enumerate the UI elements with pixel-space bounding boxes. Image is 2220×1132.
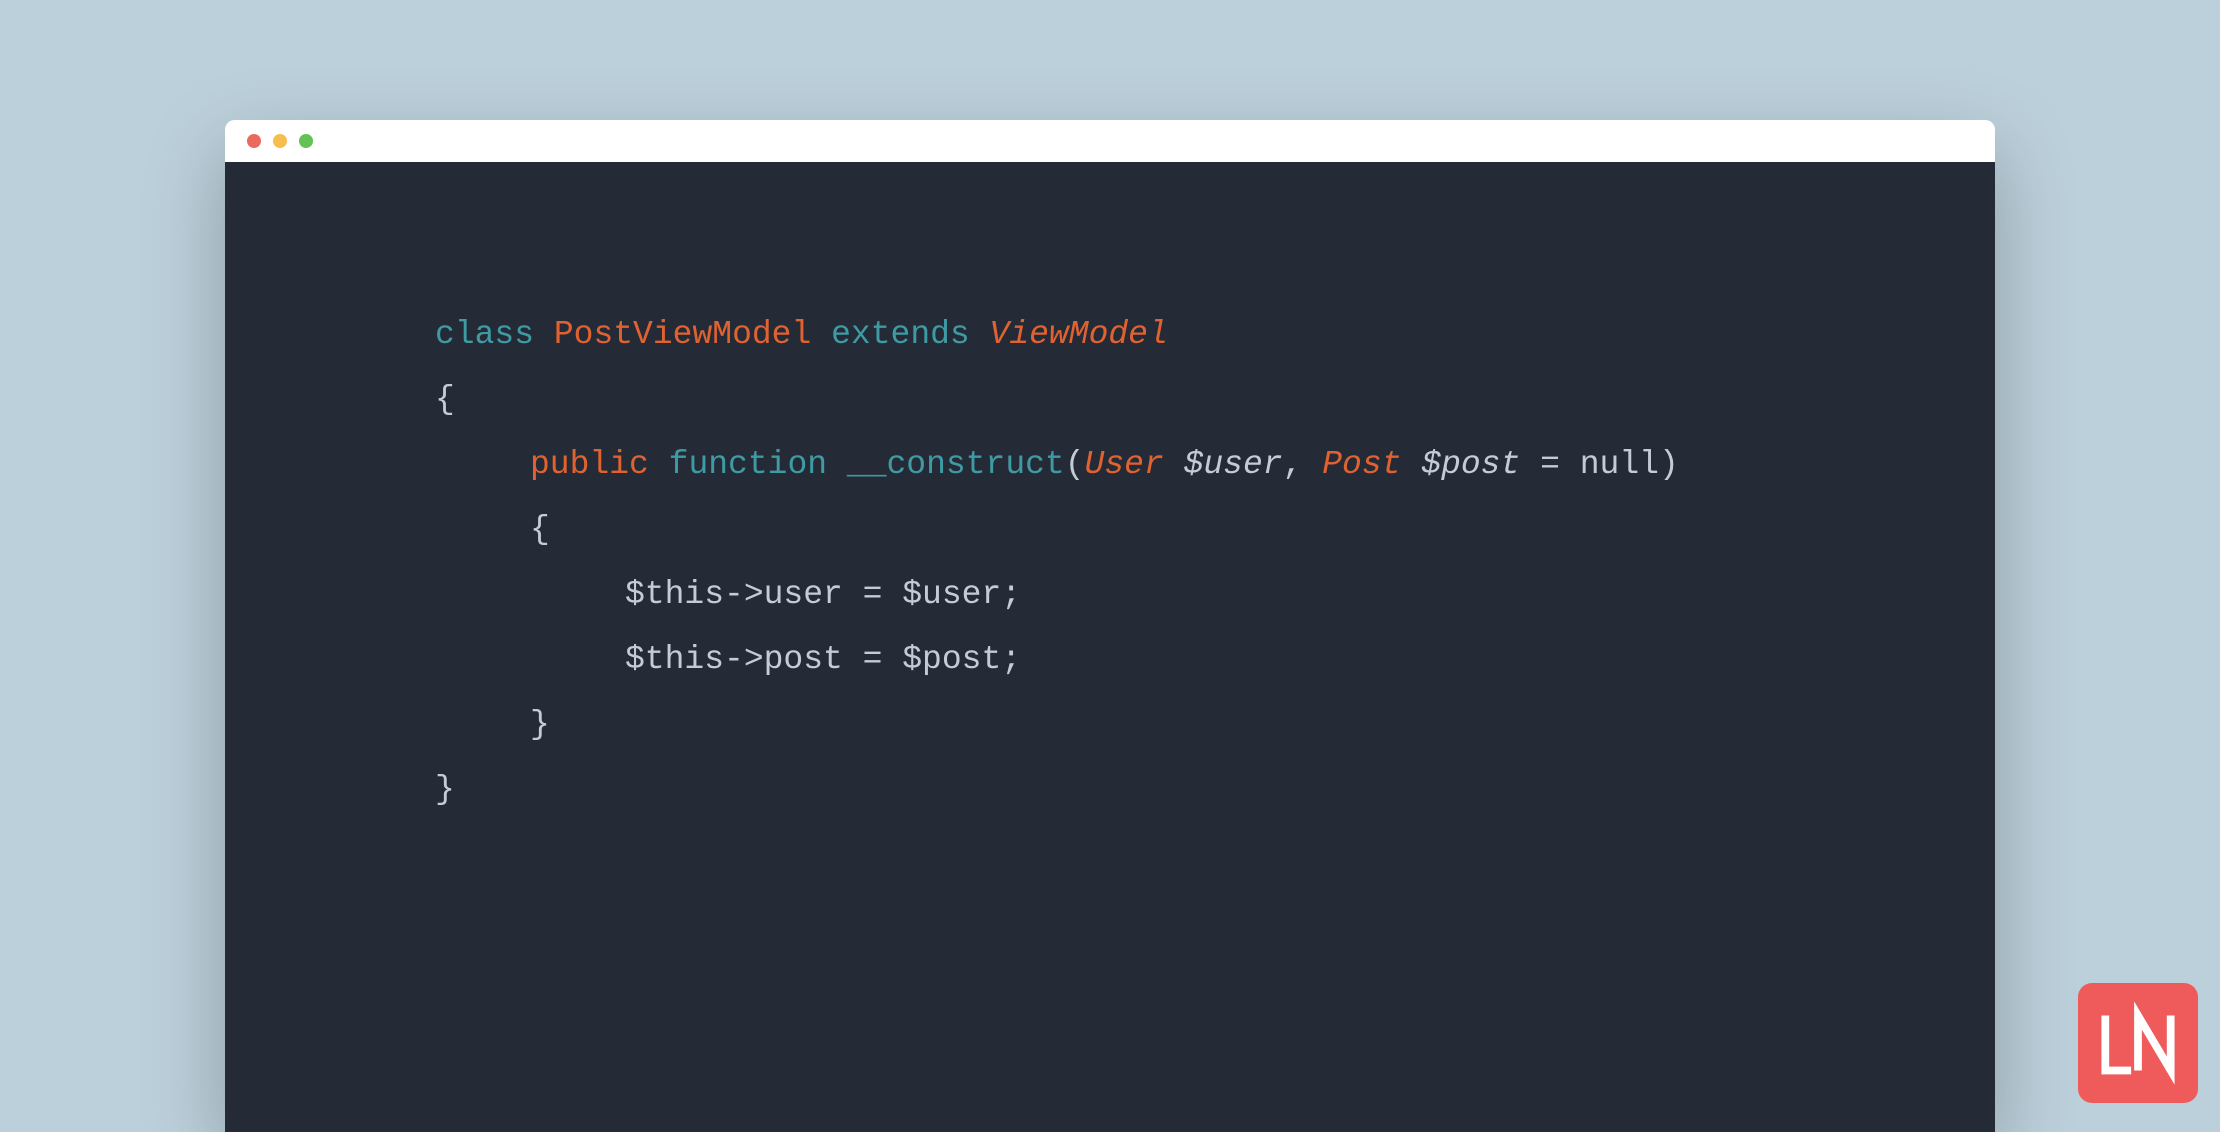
var-user: $user xyxy=(1184,446,1283,483)
code-line: } xyxy=(435,692,1995,757)
function-name: __construct xyxy=(847,446,1065,483)
type-user: User xyxy=(1085,446,1164,483)
editor-window: class PostViewModel extends ViewModel { … xyxy=(225,120,1995,1132)
minimize-icon[interactable] xyxy=(273,134,287,148)
comma: , xyxy=(1283,446,1303,483)
code-editor[interactable]: class PostViewModel extends ViewModel { … xyxy=(225,162,1995,1132)
logo-badge xyxy=(2078,983,2198,1103)
code-line: $this->user = $user; xyxy=(435,562,1995,627)
brace-open: { xyxy=(530,511,550,548)
code-line: { xyxy=(435,497,1995,562)
type-post: Post xyxy=(1322,446,1401,483)
close-icon[interactable] xyxy=(247,134,261,148)
code-line: $this->post = $post; xyxy=(435,627,1995,692)
code-line: { xyxy=(435,367,1995,432)
class-name: PostViewModel xyxy=(554,316,811,353)
brace-open: { xyxy=(435,381,455,418)
statement: $this->user = $user; xyxy=(625,576,1021,613)
modifier-public: public xyxy=(530,446,649,483)
paren-close: ) xyxy=(1659,446,1679,483)
var-post: $post xyxy=(1421,446,1520,483)
window-titlebar xyxy=(225,120,1995,162)
equals: = xyxy=(1520,446,1579,483)
ln-logo-icon xyxy=(2095,1000,2181,1086)
parent-class: ViewModel xyxy=(990,316,1168,353)
keyword-function: function xyxy=(669,446,827,483)
keyword-extends: extends xyxy=(831,316,970,353)
code-line: } xyxy=(435,757,1995,822)
null-value: null xyxy=(1580,446,1659,483)
paren-open: ( xyxy=(1065,446,1085,483)
brace-close: } xyxy=(530,706,550,743)
code-line: public function __construct(User $user, … xyxy=(435,432,1995,497)
statement: $this->post = $post; xyxy=(625,641,1021,678)
code-line: class PostViewModel extends ViewModel xyxy=(435,302,1995,367)
maximize-icon[interactable] xyxy=(299,134,313,148)
brace-close: } xyxy=(435,771,455,808)
keyword-class: class xyxy=(435,316,534,353)
